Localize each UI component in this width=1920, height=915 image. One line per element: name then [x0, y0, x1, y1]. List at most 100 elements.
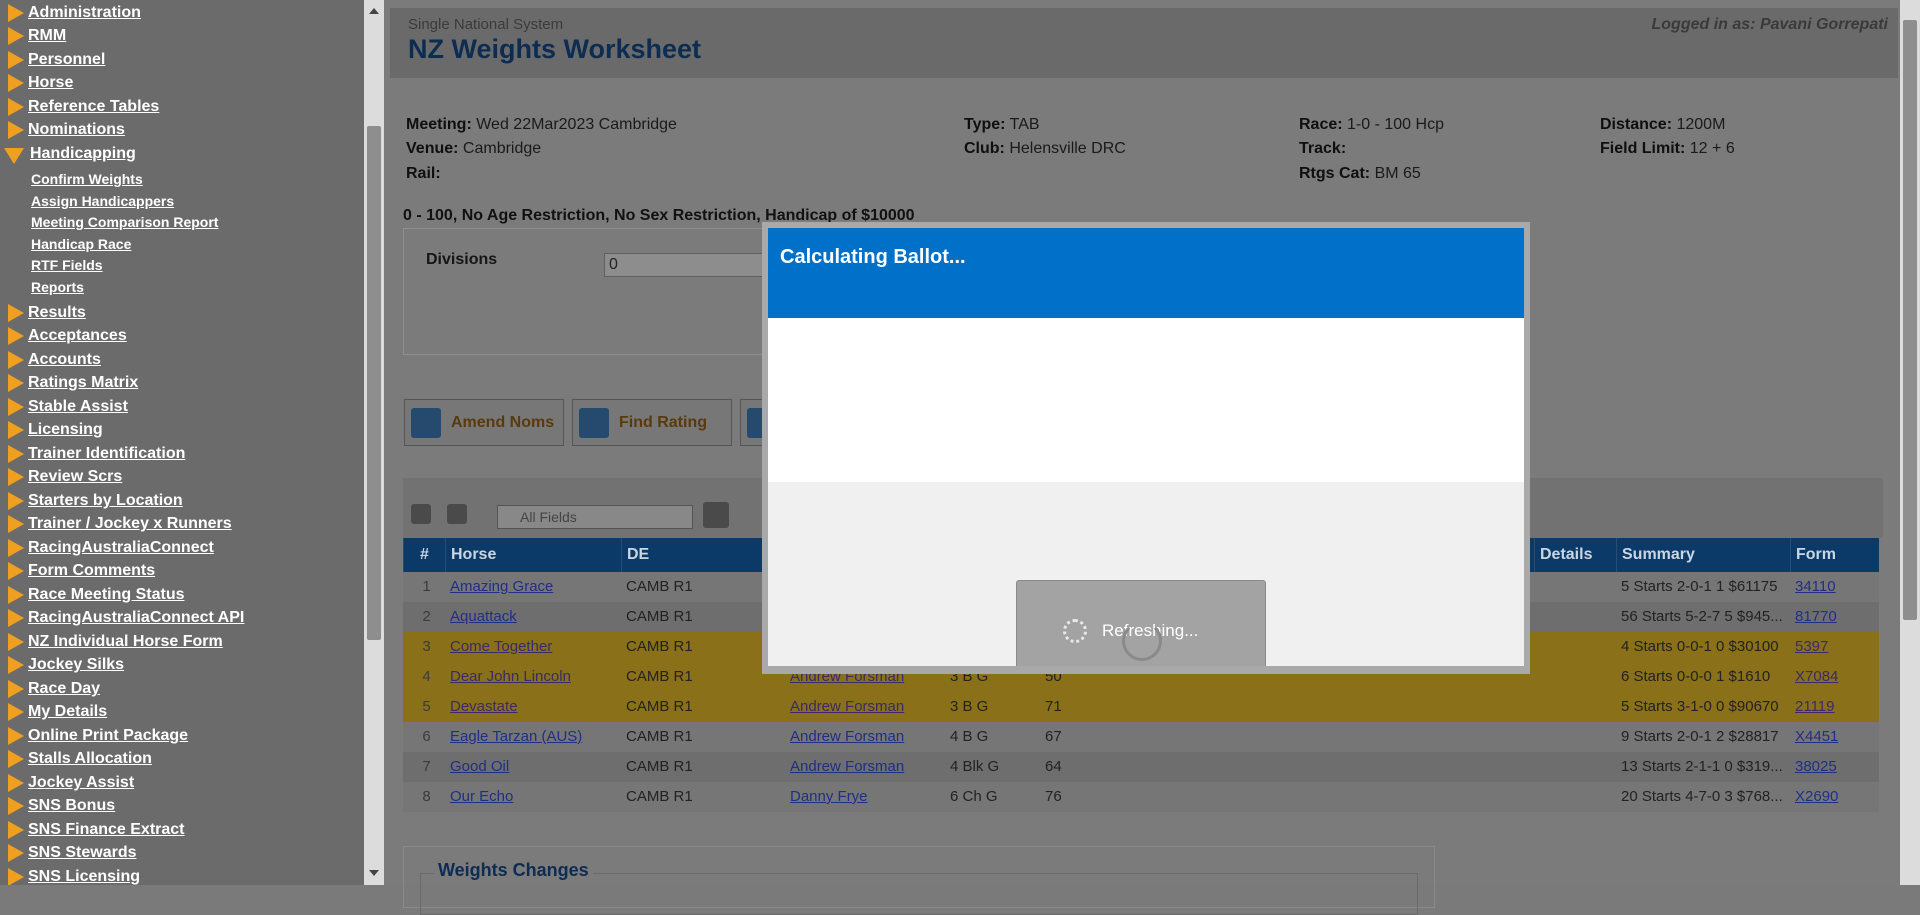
cell-horse[interactable]: Our Echo [445, 782, 621, 812]
sidebar-item-rmm[interactable]: RMM [0, 25, 66, 47]
cell-horse[interactable]: Eagle Tarzan (AUS) [445, 722, 621, 752]
search-input[interactable]: All Fields [497, 505, 693, 529]
sidebar-item-label[interactable]: Jockey Assist [28, 774, 134, 792]
sidebar-item-label[interactable]: Accounts [28, 351, 101, 369]
sidebar-item-label[interactable]: SNS Stewards [28, 844, 136, 862]
sidebar-item-label[interactable]: My Details [28, 703, 107, 721]
sidebar-item-label[interactable]: RacingAustraliaConnect API [28, 609, 244, 627]
subitem-assign-handicappers[interactable]: Assign Handicappers [31, 193, 174, 209]
scroll-up-icon[interactable] [369, 8, 379, 14]
subitem-confirm-weights[interactable]: Confirm Weights [31, 171, 143, 187]
sidebar-item-label[interactable]: Administration [28, 4, 141, 22]
sidebar-item-results[interactable]: Results [0, 302, 86, 324]
sidebar-item-handicapping[interactable]: Handicapping [0, 143, 136, 165]
sidebar-item-starters-by-location[interactable]: Starters by Location [0, 490, 183, 512]
refresh-icon[interactable] [411, 504, 431, 524]
cell-horse[interactable]: Amazing Grace [445, 572, 621, 602]
sidebar-item-label[interactable]: Personnel [28, 51, 105, 69]
sidebar-item-racingaustraliaconnect-api[interactable]: RacingAustraliaConnect API [0, 607, 244, 629]
cell-horse[interactable]: Come Together [445, 632, 621, 662]
sidebar-item-review-scrs[interactable]: Review Scrs [0, 466, 122, 488]
sidebar-item-race-day[interactable]: Race Day [0, 678, 100, 700]
sidebar-item-label[interactable]: SNS Bonus [28, 797, 115, 815]
sidebar-item-label[interactable]: RacingAustraliaConnect [28, 539, 214, 557]
table-row[interactable]: 6 Eagle Tarzan (AUS) CAMB R1 Andrew Forsman… [403, 722, 1879, 752]
main-scrollbar-thumb[interactable] [1903, 20, 1917, 620]
sidebar-item-online-print-package[interactable]: Online Print Package [0, 725, 188, 747]
sidebar-item-label[interactable]: Licensing [28, 421, 103, 439]
sidebar-item-label[interactable]: Starters by Location [28, 492, 183, 510]
table-row[interactable]: 5 Devastate CAMB R1 Andrew Forsman 3 B G 71 5 … [403, 692, 1879, 722]
sidebar-item-reference-tables[interactable]: Reference Tables [0, 96, 159, 118]
subitem-handicap-race[interactable]: Handicap Race [31, 236, 131, 252]
sidebar-item-accounts[interactable]: Accounts [0, 349, 101, 371]
sidebar-item-race-meeting-status[interactable]: Race Meeting Status [0, 584, 184, 606]
col-de[interactable]: DE [621, 538, 761, 572]
sidebar-item-label[interactable]: Acceptances [28, 327, 127, 345]
sidebar-item-label[interactable]: RMM [28, 27, 66, 45]
sidebar-item-racingaustraliaconnect[interactable]: RacingAustraliaConnect [0, 537, 214, 559]
sidebar-item-acceptances[interactable]: Acceptances [0, 325, 127, 347]
sidebar-item-administration[interactable]: Administration [0, 2, 141, 24]
sidebar-item-nominations[interactable]: Nominations [0, 119, 125, 141]
sidebar-item-nz-individual-horse-form[interactable]: NZ Individual Horse Form [0, 631, 223, 653]
subitem-rtf-fields[interactable]: RTF Fields [31, 257, 103, 273]
col-details[interactable]: Details [1534, 538, 1616, 572]
sidebar-item-label[interactable]: NZ Individual Horse Form [28, 633, 223, 651]
sidebar-item-my-details[interactable]: My Details [0, 701, 107, 723]
sidebar-item-label[interactable]: Race Day [28, 680, 100, 698]
sidebar-item-label[interactable]: Trainer / Jockey x Runners [28, 515, 232, 533]
col-num[interactable]: # [403, 538, 445, 572]
sidebar-item-label[interactable]: Stable Assist [28, 398, 128, 416]
sidebar-item-label[interactable]: Trainer Identification [28, 445, 185, 463]
cell-horse[interactable]: Aquattack [445, 602, 621, 632]
amend-noms-button[interactable]: Amend Noms [404, 399, 564, 446]
cell-trainer[interactable]: Andrew Forsman [785, 692, 945, 722]
sidebar-item-personnel[interactable]: Personnel [0, 49, 105, 71]
cell-horse[interactable]: Dear John Lincoln [445, 662, 621, 692]
sidebar-item-trainer-identification[interactable]: Trainer Identification [0, 443, 185, 465]
cell-form[interactable]: 34110 [1790, 572, 1879, 602]
sidebar-item-sns-stewards[interactable]: SNS Stewards [0, 842, 136, 864]
find-rating-button[interactable]: Find Rating [572, 399, 732, 446]
sidebar-item-sns-bonus[interactable]: SNS Bonus [0, 795, 115, 817]
scroll-down-icon[interactable] [369, 870, 379, 876]
cell-form[interactable]: X4451 [1790, 722, 1879, 752]
sidebar-item-label[interactable]: Review Scrs [28, 468, 122, 486]
subitem-meeting-comparison-report[interactable]: Meeting Comparison Report [31, 214, 218, 230]
cell-form[interactable]: 21119 [1790, 692, 1879, 722]
sidebar-item-licensing[interactable]: Licensing [0, 419, 103, 441]
sidebar-item-label[interactable]: Horse [28, 74, 73, 92]
cell-form[interactable]: 38025 [1790, 752, 1879, 782]
sidebar-item-jockey-assist[interactable]: Jockey Assist [0, 772, 134, 794]
subitem-reports[interactable]: Reports [31, 279, 84, 295]
sidebar-item-trainer-jockey-runners[interactable]: Trainer / Jockey x Runners [0, 513, 232, 535]
sidebar-item-label[interactable]: Results [28, 304, 86, 322]
cell-horse[interactable]: Good Oil [445, 752, 621, 782]
cell-form[interactable]: X7084 [1790, 662, 1879, 692]
divisions-input[interactable]: 0 [604, 253, 764, 277]
sidebar-item-label[interactable]: SNS Finance Extract [28, 821, 185, 839]
save-icon[interactable] [703, 502, 729, 528]
sidebar-item-ratings-matrix[interactable]: Ratings Matrix [0, 372, 138, 394]
cell-form[interactable]: 5397 [1790, 632, 1879, 662]
sidebar-item-jockey-silks[interactable]: Jockey Silks [0, 654, 124, 676]
sidebar-item-sns-licensing[interactable]: SNS Licensing [0, 866, 140, 885]
sidebar-item-stable-assist[interactable]: Stable Assist [0, 396, 128, 418]
sidebar-item-label[interactable]: Online Print Package [28, 727, 188, 745]
sidebar-item-label[interactable]: SNS Licensing [28, 868, 140, 885]
sidebar-item-label[interactable]: Jockey Silks [28, 656, 124, 674]
cell-trainer[interactable]: Danny Frye [785, 782, 945, 812]
col-summary[interactable]: Summary [1616, 538, 1790, 572]
cell-horse[interactable]: Devastate [445, 692, 621, 722]
sidebar-item-label[interactable]: Ratings Matrix [28, 374, 138, 392]
columns-icon[interactable] [447, 504, 467, 524]
sidebar-item-label[interactable]: Reference Tables [28, 98, 159, 116]
sidebar-item-label[interactable]: Stalls Allocation [28, 750, 152, 768]
sidebar-item-stalls-allocation[interactable]: Stalls Allocation [0, 748, 152, 770]
sidebar-item-label[interactable]: Nominations [28, 121, 125, 139]
cell-form[interactable]: X2690 [1790, 782, 1879, 812]
cell-trainer[interactable]: Andrew Forsman [785, 752, 945, 782]
table-row[interactable]: 7 Good Oil CAMB R1 Andrew Forsman 4 Blk G 64 1… [403, 752, 1879, 782]
sidebar-item-label[interactable]: Handicapping [30, 145, 136, 163]
